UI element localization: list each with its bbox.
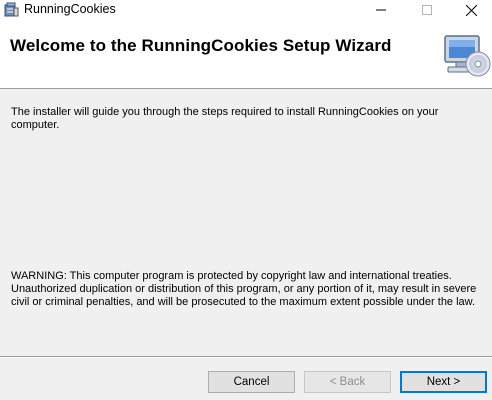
window-title: RunningCookies <box>24 2 116 16</box>
maximize-icon <box>422 5 432 15</box>
close-button[interactable] <box>448 0 492 20</box>
intro-text: The installer will guide you through the… <box>11 106 439 131</box>
next-button[interactable]: Next > <box>400 371 487 393</box>
footer-divider <box>0 356 492 358</box>
copyright-warning: WARNING: This computer program is protec… <box>11 270 477 308</box>
page-title: Welcome to the RunningCookies Setup Wiza… <box>10 36 392 55</box>
maximize-button[interactable] <box>404 0 450 20</box>
title-bar[interactable]: RunningCookies <box>0 0 492 20</box>
cancel-button[interactable]: Cancel <box>208 371 295 393</box>
wizard-header: Welcome to the RunningCookies Setup Wiza… <box>0 20 492 89</box>
close-icon <box>465 4 477 16</box>
back-button[interactable]: < Back <box>304 371 391 393</box>
minimize-button[interactable] <box>358 0 404 20</box>
minimize-icon <box>376 9 386 11</box>
installer-icon <box>3 1 20 18</box>
computer-cd-icon <box>442 34 492 80</box>
